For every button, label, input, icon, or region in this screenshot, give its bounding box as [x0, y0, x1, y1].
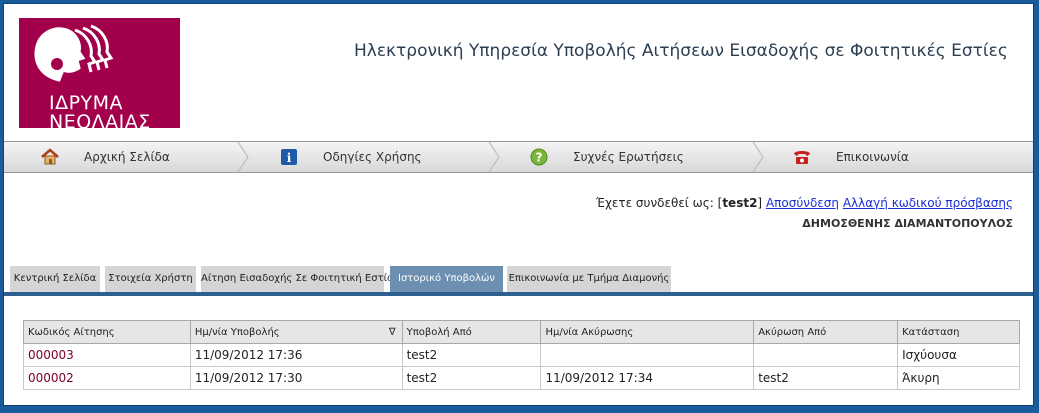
page-frame: ΙΔΡΥΜΑ ΝΕΟΛΑΙΑΣ Ηλεκτρονική Υπηρεσία Υπο…: [3, 3, 1034, 406]
cell-submitted-by: test2: [401, 366, 542, 390]
menu-label-home: Αρχική Σελίδα: [84, 150, 170, 164]
tab-user-details[interactable]: Στοιχεία Χρήστη: [105, 266, 196, 292]
table-header-row: Κωδικός Αίτησης Ημ/νία Υποβολής ∇ Υποβολή…: [23, 320, 1020, 344]
column-header-cancel-date[interactable]: Ημ/νία Ακύρωσης: [540, 320, 755, 344]
sort-descending-icon: ∇: [388, 326, 396, 338]
svg-text:?: ?: [536, 151, 543, 165]
phone-icon: [792, 147, 812, 167]
tab-underline: [4, 292, 1033, 296]
menu-label-instructions: Οδηγίες Χρήσης: [323, 150, 422, 164]
change-password-link[interactable]: Αλλαγή κωδικού πρόσβασης: [843, 196, 1013, 210]
login-prefix: Έχετε συνδεθεί ως: [: [596, 196, 723, 210]
cell-submit-date: 11/09/2012 17:30: [189, 366, 403, 390]
column-header-submitted-by[interactable]: Υποβολή Από: [401, 320, 542, 344]
login-suffix: ]: [757, 196, 763, 210]
column-header-submit-date[interactable]: Ημ/νία Υποβολής ∇: [189, 320, 403, 344]
info-icon: i: [279, 147, 299, 167]
menu-label-contact: Επικοινωνία: [836, 150, 909, 164]
cell-cancel-date: [540, 343, 755, 367]
login-status: Έχετε συνδεθεί ως: [test2] Αποσύνδεση Αλ…: [596, 196, 1013, 210]
menu-item-contact[interactable]: Επικοινωνία: [792, 142, 909, 172]
cell-cancel-date: 11/09/2012 17:34: [540, 366, 755, 390]
logo-text-line2: ΝΕΟΛΑΙΑΣ: [49, 111, 151, 128]
user-full-name: ΔΗΜΟΣΘΕΝΗΣ ΔΙΑΜΑΝΤΟΠΟΥΛΟΣ: [802, 217, 1013, 230]
help-icon: ?: [529, 147, 549, 167]
logout-link[interactable]: Αποσύνδεση: [766, 196, 839, 210]
tab-dorm-application[interactable]: Αίτηση Εισαδοχής Σε Φοιτητική Εστία: [201, 266, 394, 292]
application-code-link[interactable]: 000002: [23, 366, 191, 390]
main-menu: Αρχική Σελίδα i Οδηγίες Χρήσης ? Συχνές …: [4, 141, 1033, 173]
cell-status: Άκυρη: [897, 366, 1020, 390]
table-row: 000002 11/09/2012 17:30 test2 11/09/2012…: [23, 366, 1020, 390]
menu-separator-icon: [488, 142, 500, 172]
menu-label-faq: Συχνές Ερωτήσεις: [573, 150, 684, 164]
site-title: Ηλεκτρονική Υπηρεσία Υποβολής Αιτήσεων Ε…: [354, 41, 1008, 61]
foundation-logo[interactable]: ΙΔΡΥΜΑ ΝΕΟΛΑΙΑΣ: [19, 18, 180, 128]
home-icon: [40, 147, 60, 167]
cell-cancelled-by: [753, 343, 899, 367]
heads-logo-icon: [34, 24, 114, 82]
menu-separator-icon: [237, 142, 249, 172]
cell-status: Ισχύουσα: [897, 343, 1020, 367]
cell-submitted-by: test2: [401, 343, 542, 367]
submissions-table: Κωδικός Αίτησης Ημ/νία Υποβολής ∇ Υποβολή…: [23, 320, 1020, 390]
cell-submit-date: 11/09/2012 17:36: [189, 343, 403, 367]
column-header-submit-date-label: Ημ/νία Υποβολής: [194, 326, 280, 338]
tab-submission-history[interactable]: Ιστορικό Υποβολών: [390, 266, 503, 292]
column-header-code[interactable]: Κωδικός Αίτησης: [23, 320, 191, 344]
menu-item-home[interactable]: Αρχική Σελίδα: [40, 142, 170, 172]
application-code-link[interactable]: 000003: [23, 343, 191, 367]
menu-item-faq[interactable]: ? Συχνές Ερωτήσεις: [529, 142, 684, 172]
tab-main-page[interactable]: Κεντρική Σελίδα: [10, 266, 100, 292]
menu-item-instructions[interactable]: i Οδηγίες Χρήσης: [279, 142, 422, 172]
column-header-cancelled-by[interactable]: Ακύρωση Από: [753, 320, 899, 344]
table-row: 000003 11/09/2012 17:36 test2 Ισχύουσα: [23, 343, 1020, 367]
menu-separator-icon: [752, 142, 764, 172]
svg-text:i: i: [287, 151, 292, 165]
login-username: test2: [722, 196, 758, 210]
tab-housing-contact[interactable]: Επικοινωνία με Τμήμα Διαμονής: [507, 266, 671, 292]
cell-cancelled-by: test2: [753, 366, 899, 390]
column-header-status[interactable]: Κατάσταση: [897, 320, 1020, 344]
